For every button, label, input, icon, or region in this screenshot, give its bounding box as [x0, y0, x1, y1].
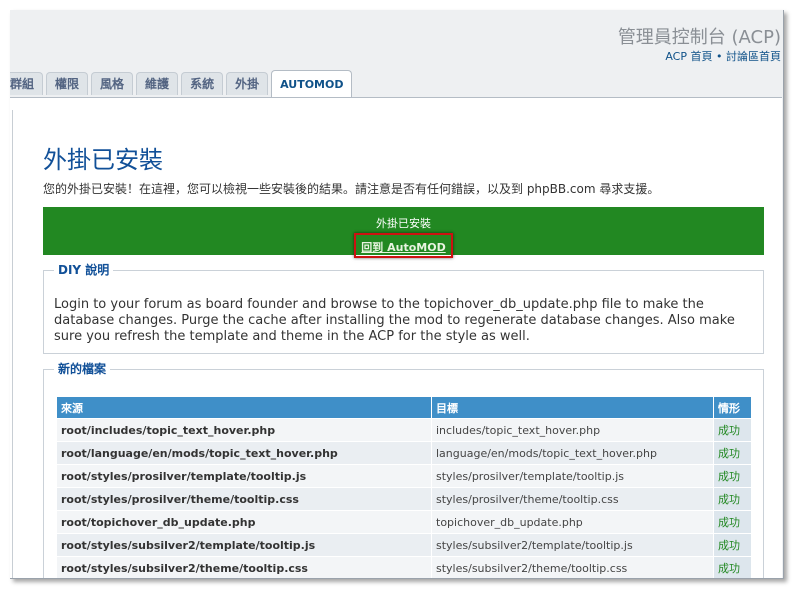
new-files-fieldset: 新的檔案 來源 目標 情形 root/includes/topic_text_h…: [43, 360, 764, 578]
source-path: root/topichover_db_update.php: [56, 510, 432, 534]
tab-automod[interactable]: AUTOMOD: [271, 70, 353, 98]
column-header-target: 目標: [431, 396, 714, 419]
content-panel: 外掛已安裝 您的外掛已安裝！在這裡，您可以檢視一些安裝後的結果。請注意是否有任何…: [10, 97, 782, 578]
source-path: root/language/en/mods/topic_text_hover.p…: [56, 441, 432, 465]
target-path: styles/subsilver2/template/tooltip.js: [431, 533, 714, 557]
tab-permissions[interactable]: 權限: [46, 72, 89, 95]
success-message: 外掛已安裝: [376, 217, 431, 230]
intro-text: 您的外掛已安裝！在這裡，您可以檢視一些安裝後的結果。請注意是否有任何錯誤，以及到…: [43, 182, 660, 196]
page-title: 外掛已安裝: [43, 146, 163, 174]
target-path: styles/subsilver2/theme/tooltip.css: [431, 556, 714, 578]
tab-maintenance[interactable]: 維護: [136, 72, 179, 95]
source-path: root/includes/topic_text_hover.php: [56, 418, 432, 442]
acp-title: 管理員控制台 (ACP): [617, 27, 781, 48]
target-path: includes/topic_text_hover.php: [431, 418, 714, 442]
table-row: root/styles/subsilver2/theme/tooltip.css…: [56, 556, 752, 578]
acp-home-link[interactable]: ACP 首頁: [665, 50, 712, 63]
status-cell: 成功: [713, 418, 752, 442]
status-cell: 成功: [713, 487, 752, 511]
new-files-legend: 新的檔案: [54, 360, 111, 377]
tab-system[interactable]: 系統: [181, 72, 224, 95]
table-row: root/topichover_db_update.php topichover…: [56, 510, 752, 534]
status-cell: 成功: [713, 441, 752, 465]
diy-legend: DIY 說明: [54, 261, 114, 278]
status-cell: 成功: [713, 556, 752, 578]
target-path: topichover_db_update.php: [431, 510, 714, 534]
acp-window: 管理員控制台 (ACP) ACP 首頁 • 討論區首頁 群組 權限 風格 維護 …: [10, 10, 784, 579]
link-separator: •: [716, 50, 723, 63]
table-row: root/styles/subsilver2/template/tooltip.…: [56, 533, 752, 557]
source-path: root/styles/prosilver/template/tooltip.j…: [56, 464, 432, 488]
column-header-source: 來源: [56, 396, 432, 419]
table-row: root/includes/topic_text_hover.php inclu…: [56, 418, 752, 442]
status-cell: 成功: [713, 464, 752, 488]
content-area: 外掛已安裝 您的外掛已安裝！在這裡，您可以檢視一些安裝後的結果。請注意是否有任何…: [12, 110, 782, 578]
status-cell: 成功: [713, 533, 752, 557]
header-links: ACP 首頁 • 討論區首頁: [665, 48, 781, 64]
column-header-status: 情形: [713, 396, 752, 419]
target-path: styles/prosilver/theme/tooltip.css: [431, 487, 714, 511]
tab-styles[interactable]: 風格: [91, 72, 134, 95]
success-message-box: 外掛已安裝 回到 AutoMOD: [43, 207, 764, 258]
return-link-highlight: 回到 AutoMOD: [354, 233, 453, 258]
source-path: root/styles/subsilver2/template/tooltip.…: [56, 533, 432, 557]
return-to-automod-link[interactable]: 回到 AutoMOD: [361, 241, 445, 254]
source-path: root/styles/prosilver/theme/tooltip.css: [56, 487, 432, 511]
diy-instructions-fieldset: DIY 說明 Login to your forum as board foun…: [43, 261, 764, 354]
forum-home-link[interactable]: 討論區首頁: [726, 50, 781, 63]
table-row: root/styles/prosilver/theme/tooltip.css …: [56, 487, 752, 511]
tab-groups[interactable]: 群組: [10, 72, 44, 95]
diy-instructions-text: Login to your forum as board founder and…: [54, 297, 735, 344]
target-path: styles/prosilver/template/tooltip.js: [431, 464, 714, 488]
status-cell: 成功: [713, 510, 752, 534]
target-path: language/en/mods/topic_text_hover.php: [431, 441, 714, 465]
source-path: root/styles/subsilver2/theme/tooltip.css: [56, 556, 432, 578]
new-files-table: 來源 目標 情形 root/includes/topic_text_hover.…: [56, 396, 752, 578]
table-row: root/styles/prosilver/template/tooltip.j…: [56, 464, 752, 488]
tab-mods[interactable]: 外掛: [226, 72, 269, 95]
table-row: root/language/en/mods/topic_text_hover.p…: [56, 441, 752, 465]
tab-bar: 群組 權限 風格 維護 系統 外掛 AUTOMOD: [10, 70, 353, 98]
